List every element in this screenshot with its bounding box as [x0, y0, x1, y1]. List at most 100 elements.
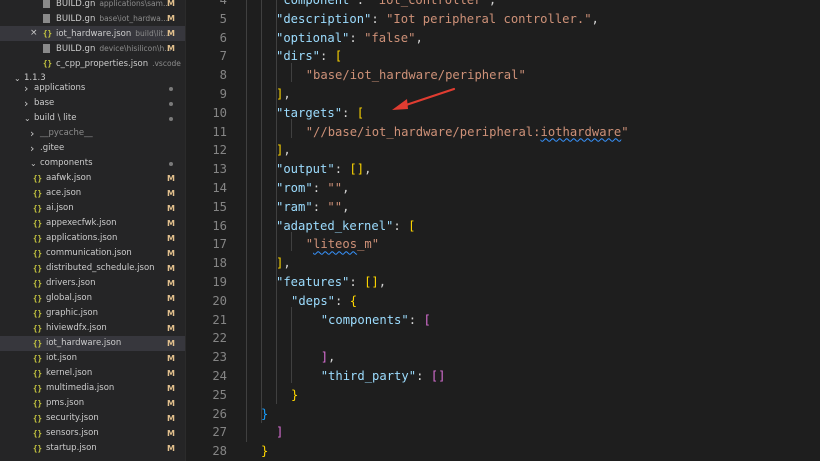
modified-badge: M: [167, 309, 175, 318]
file-item[interactable]: {} security.json M: [0, 411, 185, 426]
file-name: BUILD.gn: [56, 0, 96, 9]
explorer-sidebar: BUILD.gn applications\sam... M BUILD.gn base…: [0, 0, 186, 461]
tree-item-label: build \ lite: [34, 113, 77, 123]
file-item[interactable]: {} sensors.json M: [0, 426, 185, 441]
file-path: base\iot_hardwa...: [99, 14, 169, 23]
modified-badge: M: [167, 29, 175, 38]
json-icon: {}: [33, 204, 43, 213]
tree-item-label: iot_hardware.json: [46, 338, 122, 348]
tree-item-label: .gitee: [40, 143, 65, 153]
file-item[interactable]: {} iot.json M: [0, 351, 185, 366]
json-icon: {}: [33, 234, 43, 243]
file-item[interactable]: {} ai.json M: [0, 201, 185, 216]
file-name: BUILD.gn: [56, 14, 96, 24]
file-icon: [43, 0, 50, 8]
file-item[interactable]: {} multimedia.json M: [0, 381, 185, 396]
folder-item[interactable]: ⌄ build \ lite: [0, 111, 185, 126]
open-editor-label: iot_hardware.json build\lit...: [56, 26, 171, 42]
tree-item-label: multimedia.json: [46, 383, 115, 393]
modified-badge: M: [167, 44, 175, 53]
folder-item[interactable]: › applications: [0, 81, 185, 96]
json-icon: {}: [33, 174, 43, 183]
file-item[interactable]: {} aafwk.json M: [0, 171, 185, 186]
json-icon: {}: [33, 279, 43, 288]
code-editor[interactable]: 4 "component": "iot_controller", 5 "descrip…: [186, 0, 820, 461]
file-item[interactable]: {} communication.json M: [0, 246, 185, 261]
modified-badge: M: [167, 249, 175, 258]
modified-badge: M: [167, 414, 175, 423]
json-icon: {}: [33, 219, 43, 228]
json-icon: {}: [33, 324, 43, 333]
open-editor-item[interactable]: × {} iot_hardware.json build\lit... M: [0, 26, 185, 41]
modified-dot-icon: [169, 117, 173, 121]
file-item[interactable]: {} pms.json M: [0, 396, 185, 411]
file-item[interactable]: {} ace.json M: [0, 186, 185, 201]
file-item[interactable]: {} startup.json M: [0, 441, 185, 456]
folder-item[interactable]: › .gitee: [0, 141, 185, 156]
chevron-down-icon: ⌄: [24, 114, 31, 123]
modified-badge: M: [167, 324, 175, 333]
file-name: c_cpp_properties.json: [56, 59, 149, 69]
modified-dot-icon: [169, 87, 173, 91]
folder-item[interactable]: ⌄ components: [0, 156, 185, 171]
tree-item-label: graphic.json: [46, 308, 98, 318]
json-icon: {}: [33, 414, 43, 423]
close-icon[interactable]: ×: [30, 26, 38, 41]
file-name: BUILD.gn: [56, 44, 96, 54]
json-icon: {}: [33, 384, 43, 393]
file-item[interactable]: {} kernel.json M: [0, 366, 185, 381]
file-item[interactable]: {} drivers.json M: [0, 276, 185, 291]
modified-badge: M: [167, 264, 175, 273]
tree-item-label: global.json: [46, 293, 93, 303]
open-editor-label: c_cpp_properties.json .vscode: [56, 56, 181, 72]
file-item[interactable]: {} hiviewdfx.json M: [0, 321, 185, 336]
json-icon: {}: [33, 399, 43, 408]
json-icon: {}: [33, 249, 43, 258]
tree-item-label: kernel.json: [46, 368, 93, 378]
chevron-right-icon: ›: [24, 82, 29, 95]
json-icon: {}: [33, 339, 43, 348]
file-item[interactable]: {} appexecfwk.json M: [0, 216, 185, 231]
modified-badge: M: [167, 189, 175, 198]
tree-item-label: distributed_schedule.json: [46, 263, 155, 273]
tree-item-label: applications: [34, 83, 86, 93]
modified-badge: M: [167, 219, 175, 228]
json-icon: {}: [33, 444, 43, 453]
file-item[interactable]: {} global.json M: [0, 291, 185, 306]
modified-badge: M: [167, 174, 175, 183]
file-path: applications\sam...: [99, 0, 171, 8]
open-editor-item[interactable]: {} c_cpp_properties.json .vscode: [0, 56, 185, 71]
tree-item-label: applications.json: [46, 233, 118, 243]
modified-badge: M: [167, 369, 175, 378]
modified-badge: M: [167, 204, 175, 213]
open-editor-item[interactable]: BUILD.gn device\hisilicon\h... M: [0, 41, 185, 56]
json-icon: {}: [33, 369, 43, 378]
tree-item-label: iot.json: [46, 353, 77, 363]
tree-item-label: __pycache__: [40, 128, 93, 138]
chevron-down-icon: ⌄: [30, 159, 37, 168]
folder-item[interactable]: › __pycache__: [0, 126, 185, 141]
file-item[interactable]: {} distributed_schedule.json M: [0, 261, 185, 276]
modified-badge: M: [167, 339, 175, 348]
tree-item-label: pms.json: [46, 398, 85, 408]
tree-item-label: sensors.json: [46, 428, 99, 438]
tree-item-label: startup.json: [46, 443, 97, 453]
open-editor-item[interactable]: BUILD.gn base\iot_hardwa... M: [0, 11, 185, 26]
json-icon: {}: [33, 309, 43, 318]
tree-item-label: ace.json: [46, 188, 82, 198]
json-icon: {}: [33, 264, 43, 273]
open-editor-label: BUILD.gn base\iot_hardwa...: [56, 11, 168, 27]
tree-item-label: security.json: [46, 413, 99, 423]
file-item[interactable]: {} applications.json M: [0, 231, 185, 246]
tree-item-label: communication.json: [46, 248, 132, 258]
file-item[interactable]: {} graphic.json M: [0, 306, 185, 321]
modified-badge: M: [167, 384, 175, 393]
folder-item[interactable]: › base: [0, 96, 185, 111]
modified-badge: M: [167, 279, 175, 288]
file-item[interactable]: {} iot_hardware.json M: [0, 336, 185, 351]
tree-item-label: ai.json: [46, 203, 74, 213]
open-editor-item[interactable]: BUILD.gn applications\sam... M: [0, 0, 185, 11]
open-editor-label: BUILD.gn device\hisilicon\h...: [56, 41, 171, 57]
file-icon: [43, 14, 50, 23]
modified-badge: M: [167, 14, 175, 23]
